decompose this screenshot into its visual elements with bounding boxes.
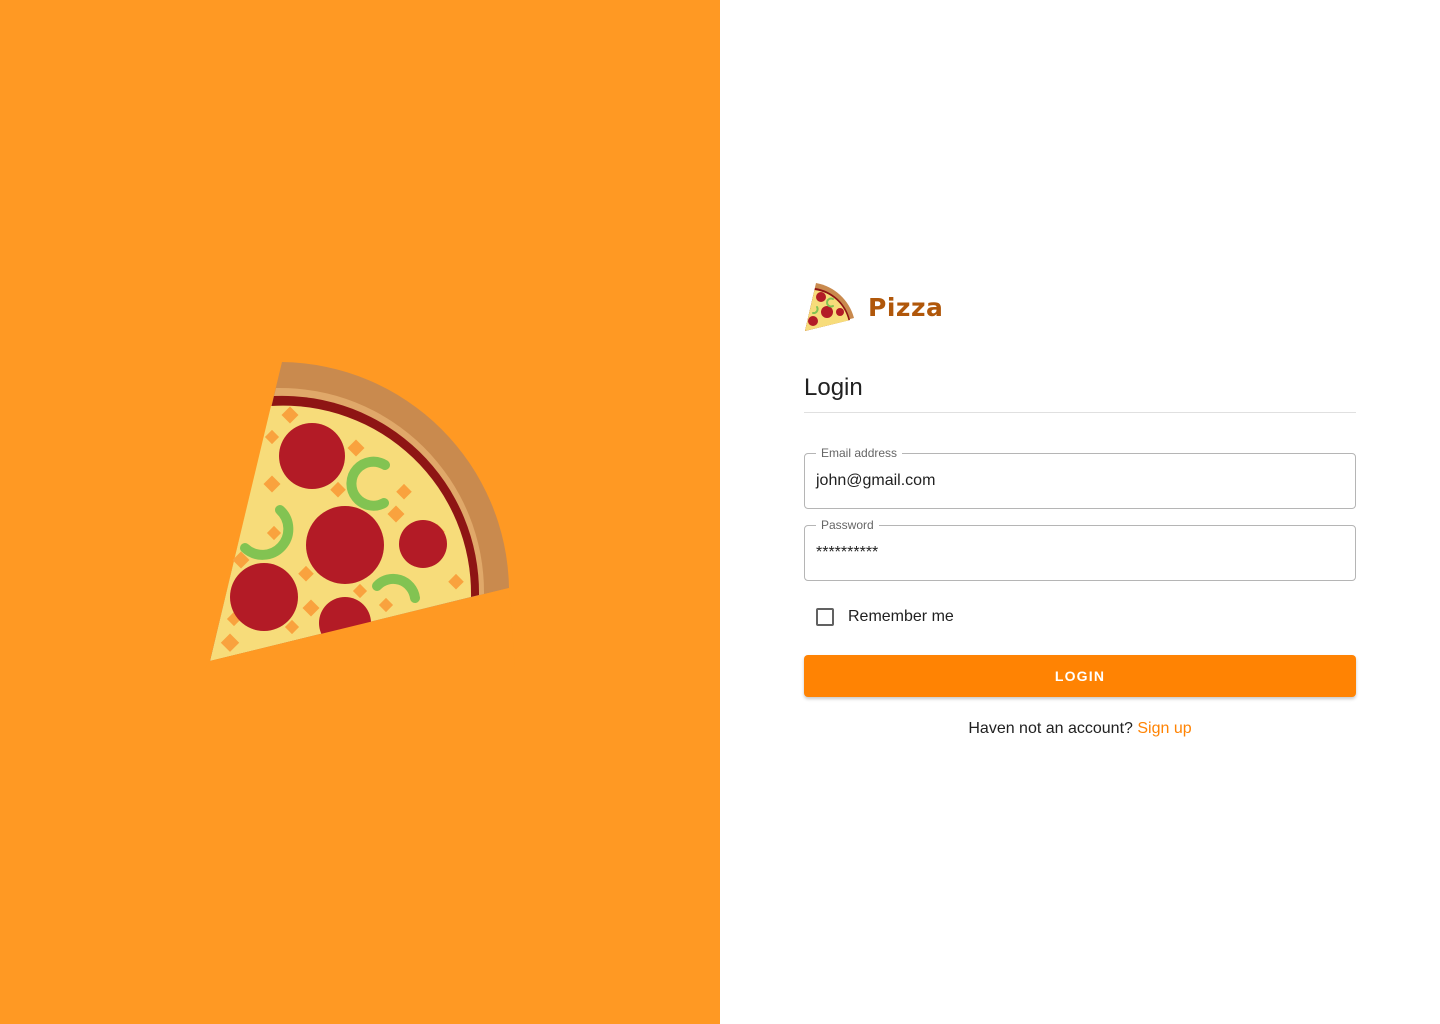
brand: Pizza [804,280,943,334]
email-field-value[interactable]: john@gmail.com [816,470,935,492]
signup-link[interactable]: Sign up [1137,720,1191,737]
login-button[interactable]: LOGIN [804,655,1356,697]
email-field-label: Email address [816,445,903,461]
title-divider [804,412,1356,413]
login-panel: Pizza Login Email address john@gmail.com… [720,0,1440,1024]
email-field[interactable]: Email address john@gmail.com [804,445,1356,509]
brand-name: Pizza [868,292,944,322]
remember-me-label[interactable]: Remember me [848,606,954,628]
signup-prompt: Haven not an account? Sign up [804,718,1356,740]
pizza-slice-icon [805,283,854,331]
pizza-slice-icon [205,362,515,668]
password-field-label: Password [816,517,879,533]
page-title: Login [804,374,863,401]
remember-me-checkbox[interactable] [816,608,834,626]
signup-prompt-text: Haven not an account? [968,720,1133,737]
remember-me[interactable]: Remember me [816,606,954,628]
password-field-value[interactable]: ********** [816,542,878,564]
password-field[interactable]: Password ********** [804,517,1356,581]
hero-panel [0,0,720,1024]
